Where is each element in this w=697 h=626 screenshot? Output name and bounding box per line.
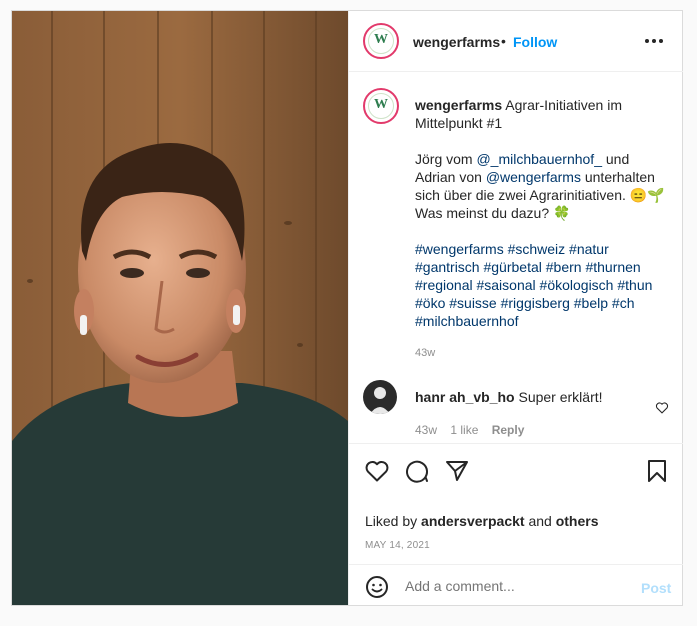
likes-mid: and — [524, 513, 556, 529]
liked-by-user[interactable]: andersverpackt — [421, 513, 525, 529]
comment-line: hanr ah_vb_ho Super erklärt! — [415, 389, 603, 405]
caption-avatar[interactable]: W — [363, 88, 399, 124]
caption-text: Jörg vom — [415, 151, 477, 167]
caption-timestamp[interactable]: 43w — [415, 344, 667, 362]
add-comment-input[interactable] — [403, 577, 627, 595]
header-dot: • — [501, 33, 506, 49]
caption-username[interactable]: wengerfarms — [415, 97, 502, 113]
comment-icon[interactable] — [405, 459, 429, 483]
add-comment-bar: Post — [349, 564, 683, 609]
video-frame — [12, 11, 348, 605]
post-comment-button[interactable]: Post — [641, 580, 671, 596]
header-username[interactable]: wengerfarms — [413, 34, 500, 50]
post-card: W wengerfarms • Follow W wengerfarms Agr… — [11, 10, 683, 606]
mention-wengerfarms[interactable]: @wengerfarms — [486, 169, 581, 185]
comment-likes[interactable]: 1 like — [450, 423, 478, 437]
commenter-avatar[interactable] — [363, 380, 397, 414]
profile-avatar[interactable]: W — [363, 23, 399, 59]
comment-like-heart-icon[interactable] — [655, 402, 669, 414]
caption-header: wengerfarms Agrar-Initiativen im Mittelp… — [415, 96, 667, 132]
post-caption: wengerfarms Agrar-Initiativen im Mittelp… — [415, 96, 667, 362]
commenter-username[interactable]: hanr ah_vb_ho — [415, 389, 515, 405]
emoji-icon[interactable] — [365, 575, 389, 599]
caption-question: Was meinst du dazu? 🍀 — [415, 205, 571, 221]
caption-body: Jörg vom @_milchbauernhof_ und Adrian vo… — [415, 150, 667, 204]
reply-button[interactable]: Reply — [492, 423, 525, 437]
likes-others[interactable]: others — [556, 513, 599, 529]
comments-section: W wengerfarms Agrar-Initiativen im Mitte… — [349, 72, 683, 442]
post-header: W wengerfarms • Follow — [349, 11, 683, 72]
comment-meta: 43w 1 like Reply — [415, 423, 524, 437]
comment-timestamp[interactable]: 43w — [415, 423, 437, 437]
person-icon — [370, 387, 390, 414]
caption-hashtags[interactable]: #wengerfarms #schweiz #natur #gantrisch … — [415, 240, 667, 330]
mention-milchbauernhof[interactable]: @_milchbauernhof_ — [476, 151, 602, 167]
follow-button[interactable]: Follow — [513, 34, 557, 50]
post-sidebar: W wengerfarms • Follow W wengerfarms Agr… — [348, 11, 683, 605]
post-date[interactable]: MAY 14, 2021 — [365, 540, 430, 551]
post-actions: Liked by andersverpackt and others MAY 1… — [349, 443, 683, 608]
wengerfarms-logo-icon: W — [374, 32, 388, 47]
share-send-icon[interactable] — [445, 459, 469, 483]
save-bookmark-icon[interactable] — [647, 459, 667, 483]
wengerfarms-logo-icon: W — [374, 97, 388, 112]
likes-summary: Liked by andersverpackt and others — [365, 513, 599, 529]
like-heart-icon[interactable] — [365, 460, 389, 482]
comment-text: Super erklärt! — [518, 389, 603, 405]
post-video[interactable] — [12, 11, 348, 605]
more-options-icon[interactable] — [645, 39, 663, 43]
likes-prefix: Liked by — [365, 513, 422, 529]
